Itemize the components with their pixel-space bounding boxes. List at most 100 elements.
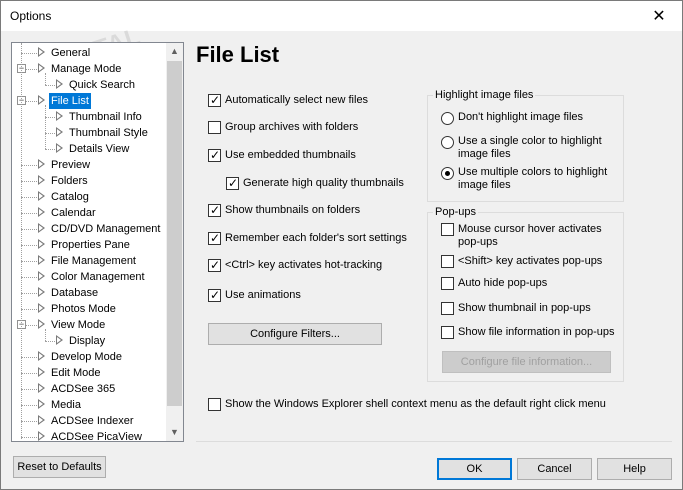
close-icon[interactable]: ✕ bbox=[636, 1, 682, 31]
tree-item-thumbnail-style[interactable]: Thumbnail Style bbox=[12, 125, 166, 141]
tree-item-view-mode[interactable]: − View Mode bbox=[12, 317, 166, 333]
tree-item-acdsee-365[interactable]: ACDSee 365 bbox=[12, 381, 166, 397]
page-node-icon bbox=[38, 287, 45, 297]
tree-item-label: Media bbox=[51, 399, 81, 411]
tree-connector bbox=[21, 421, 37, 422]
scroll-up-icon[interactable]: ▲ bbox=[166, 43, 183, 60]
title-bar: Options ✕ bbox=[1, 1, 682, 31]
options-tree[interactable]: General − Manage Mode Quick Search − File Lis… bbox=[11, 42, 184, 442]
window-title: Options bbox=[10, 9, 52, 23]
checkbox-box[interactable] bbox=[208, 398, 221, 411]
tree-item-media[interactable]: Media bbox=[12, 397, 166, 413]
tree-connector bbox=[21, 245, 37, 246]
tree-item-color-management[interactable]: Color Management bbox=[12, 269, 166, 285]
divider bbox=[196, 441, 672, 442]
page-node-icon bbox=[38, 63, 45, 73]
page-node-icon bbox=[38, 47, 45, 57]
checkbox-box[interactable] bbox=[441, 223, 454, 236]
tree-item-label: Thumbnail Style bbox=[69, 127, 148, 139]
checkbox-box[interactable] bbox=[208, 258, 221, 272]
tree-item-edit-mode[interactable]: Edit Mode bbox=[12, 365, 166, 381]
tree-item-thumbnail-info[interactable]: Thumbnail Info bbox=[12, 109, 166, 125]
tree-connector bbox=[45, 133, 55, 134]
page-node-icon bbox=[38, 319, 45, 329]
configure-file-info-button[interactable]: Configure file information... bbox=[442, 351, 611, 373]
tree-connector bbox=[45, 149, 55, 150]
configure-filters-button[interactable]: Configure Filters... bbox=[208, 323, 382, 345]
page-node-icon bbox=[38, 223, 45, 233]
tree-item-acdsee-picaview[interactable]: ACDSee PicaView bbox=[12, 429, 166, 442]
reset-defaults-button[interactable]: Reset to Defaults bbox=[13, 456, 106, 478]
page-node-icon bbox=[56, 143, 63, 153]
help-button[interactable]: Help bbox=[597, 458, 672, 480]
tree-item-catalog[interactable]: Catalog bbox=[12, 189, 166, 205]
tree-connector bbox=[21, 277, 37, 278]
checkbox-box[interactable] bbox=[226, 176, 239, 190]
checkbox-box[interactable] bbox=[208, 231, 221, 245]
checkbox-box[interactable] bbox=[208, 288, 221, 302]
tree-item-display[interactable]: Display bbox=[12, 333, 166, 349]
tree-item-label: Quick Search bbox=[69, 79, 136, 91]
tree-connector bbox=[21, 389, 37, 390]
checkbox-box[interactable] bbox=[441, 326, 454, 339]
checkbox-box[interactable] bbox=[208, 121, 221, 134]
checkbox-box[interactable] bbox=[208, 148, 221, 162]
radio-button[interactable] bbox=[441, 167, 454, 180]
checkbox-box[interactable] bbox=[208, 203, 221, 217]
tree-connector bbox=[21, 405, 37, 406]
tree-item-label: ACDSee PicaView bbox=[51, 431, 142, 442]
tree-item-label: Photos Mode bbox=[51, 303, 116, 315]
checkbox-box[interactable] bbox=[441, 255, 454, 268]
checkbox-box[interactable] bbox=[441, 302, 454, 315]
tree-item-label: Color Management bbox=[51, 271, 145, 283]
tree-item-label: Calendar bbox=[51, 207, 96, 219]
tree-item-label: ACDSee 365 bbox=[51, 383, 116, 395]
page-node-icon bbox=[38, 415, 45, 425]
tree-scrollbar[interactable]: ▲ ▼ bbox=[166, 43, 183, 441]
tree-item-label: Preview bbox=[51, 159, 91, 171]
tree-item-quick-search[interactable]: Quick Search bbox=[12, 77, 166, 93]
tree-item-develop-mode[interactable]: Develop Mode bbox=[12, 349, 166, 365]
tree-item-label: Thumbnail Info bbox=[69, 111, 142, 123]
ok-button[interactable]: OK bbox=[437, 458, 512, 480]
tree-item-preview[interactable]: Preview bbox=[12, 157, 166, 173]
tree-connector bbox=[21, 181, 37, 182]
tree-connector bbox=[21, 437, 37, 438]
scroll-down-icon[interactable]: ▼ bbox=[166, 424, 183, 441]
radio-button[interactable] bbox=[441, 112, 454, 125]
cancel-button[interactable]: Cancel bbox=[517, 458, 592, 480]
tree-connector bbox=[21, 373, 37, 374]
tree-item-folders[interactable]: Folders bbox=[12, 173, 166, 189]
tree-item-cd-dvd-management[interactable]: CD/DVD Management bbox=[12, 221, 166, 237]
tree-connector bbox=[45, 85, 55, 86]
tree-connector bbox=[21, 309, 37, 310]
tree-item-label: ACDSee Indexer bbox=[51, 415, 134, 427]
tree-connector bbox=[21, 229, 37, 230]
tree-item-calendar[interactable]: Calendar bbox=[12, 205, 166, 221]
tree-item-details-view[interactable]: Details View bbox=[12, 141, 166, 157]
checkbox-box[interactable] bbox=[208, 93, 221, 107]
tree-item-label: File List bbox=[48, 92, 92, 110]
tree-connector bbox=[21, 213, 37, 214]
tree-item-label: Develop Mode bbox=[51, 351, 122, 363]
tree-connector-line bbox=[21, 43, 22, 439]
page-node-icon bbox=[38, 399, 45, 409]
radio-button[interactable] bbox=[441, 136, 454, 149]
page-node-icon bbox=[38, 159, 45, 169]
tree-item-general[interactable]: General bbox=[12, 45, 166, 61]
checkbox-box[interactable] bbox=[441, 277, 454, 290]
tree-item-manage-mode[interactable]: − Manage Mode bbox=[12, 61, 166, 77]
scrollbar-thumb[interactable] bbox=[167, 61, 182, 406]
tree-item-label: View Mode bbox=[51, 319, 106, 331]
tree-item-acdsee-indexer[interactable]: ACDSee Indexer bbox=[12, 413, 166, 429]
tree-item-file-list[interactable]: − File List bbox=[12, 92, 166, 110]
tree-item-database[interactable]: Database bbox=[12, 285, 166, 301]
tree-connector bbox=[21, 53, 37, 54]
tree-item-photos-mode[interactable]: Photos Mode bbox=[12, 301, 166, 317]
tree-item-properties-pane[interactable]: Properties Pane bbox=[12, 237, 166, 253]
tree-item-file-management[interactable]: File Management bbox=[12, 253, 166, 269]
popups-group-title: Pop-ups bbox=[433, 206, 478, 218]
tree-item-label: File Management bbox=[51, 255, 136, 267]
tree-item-label: Catalog bbox=[51, 191, 89, 203]
tree-item-label: Manage Mode bbox=[51, 63, 122, 75]
